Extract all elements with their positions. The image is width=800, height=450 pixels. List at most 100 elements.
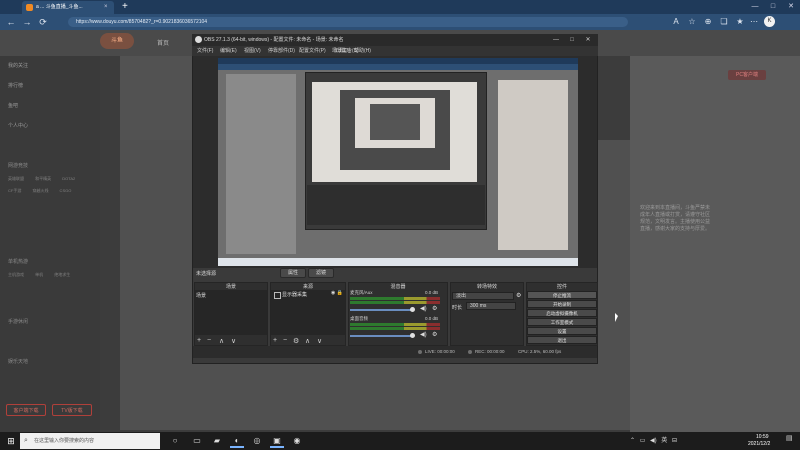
forward-button[interactable]: → bbox=[20, 14, 34, 30]
transition-select[interactable]: 淡出 bbox=[452, 292, 514, 300]
studio-mode-button[interactable]: 工作室模式 bbox=[527, 318, 597, 326]
sidebar-item-rank[interactable]: 排行榜 bbox=[8, 82, 23, 89]
source-toolbar bbox=[193, 268, 597, 278]
tv-download-button[interactable]: TV版下载 bbox=[52, 404, 92, 416]
edge-browser-icon[interactable]: ◐ bbox=[230, 434, 244, 448]
sidebar-grid-row[interactable]: 英雄联盟 和平精英 DOTA2 bbox=[8, 176, 75, 182]
menu-view[interactable]: 视图(V) bbox=[244, 47, 261, 54]
add-source-icon[interactable]: + bbox=[273, 337, 277, 344]
sidebar-grid-row[interactable]: CF手游 穿越火线 CSGO bbox=[8, 188, 71, 194]
cpu-fps: CPU: 2.5%, 60.00 fps bbox=[518, 349, 562, 354]
taskview-icon[interactable]: ▭ bbox=[190, 434, 204, 448]
system-tray[interactable]: ⌃ ▭ ◀) 英 ⊟ bbox=[630, 433, 677, 449]
settings-menu-icon[interactable]: ⋯ bbox=[748, 16, 760, 28]
mic-speaker-icon[interactable]: ◀) bbox=[420, 305, 427, 312]
close-window-button[interactable]: ✕ bbox=[782, 0, 800, 14]
settings-button[interactable]: 设置 bbox=[527, 327, 597, 335]
move-up-icon[interactable]: ∧ bbox=[305, 337, 310, 345]
sidebar-section-1[interactable]: 网游竞技 bbox=[8, 162, 28, 169]
obs-close-button[interactable]: ✕ bbox=[582, 34, 594, 46]
sidebar-section-4[interactable]: 娱乐天地 bbox=[8, 358, 28, 365]
address-bar[interactable]: https://www.douyu.com/8570482?_r=0.90218… bbox=[68, 17, 628, 27]
preview-sidebar bbox=[226, 74, 296, 254]
menu-help[interactable]: 帮助(H) bbox=[354, 47, 371, 54]
extensions-icon[interactable]: ⊕ bbox=[702, 16, 714, 28]
douyu-logo[interactable]: 斗鱼 bbox=[100, 33, 134, 49]
profile-avatar[interactable]: K bbox=[764, 16, 775, 27]
filters-button[interactable]: 滤镜 bbox=[308, 268, 334, 278]
desktop-level-meter bbox=[350, 327, 440, 330]
new-tab-button[interactable]: + bbox=[122, 0, 128, 14]
move-up-icon[interactable]: ∧ bbox=[219, 337, 224, 345]
menu-tools-label[interactable]: 工具(T) bbox=[334, 47, 350, 54]
desktop-settings-icon[interactable]: ⚙ bbox=[432, 331, 437, 338]
sidebar-section-3[interactable]: 手游休闲 bbox=[8, 318, 28, 325]
favorites-icon[interactable]: ★ bbox=[734, 16, 746, 28]
mixer-desktop-db: 0.0 dB bbox=[425, 316, 439, 321]
source-settings-icon[interactable]: ⚙ bbox=[293, 337, 299, 345]
move-down-icon[interactable]: ∨ bbox=[317, 337, 322, 345]
move-down-icon[interactable]: ∨ bbox=[231, 337, 236, 345]
remove-scene-icon[interactable]: − bbox=[207, 337, 211, 344]
nav-home-link[interactable]: 首页 bbox=[157, 38, 169, 47]
mic-volume-slider[interactable] bbox=[350, 309, 412, 311]
tab-close-icon[interactable]: × bbox=[104, 1, 108, 14]
obs-taskbar-icon[interactable]: ◎ bbox=[250, 434, 264, 448]
desktop-speaker-icon[interactable]: ◀) bbox=[420, 331, 427, 338]
start-recording-button[interactable]: 开始录制 bbox=[527, 300, 597, 308]
sidebar-item-fishbar[interactable]: 鱼吧 bbox=[8, 102, 18, 109]
properties-button[interactable]: 属性 bbox=[280, 268, 306, 278]
scene-list-item[interactable]: 场景 bbox=[196, 292, 206, 299]
obs-maximize-button[interactable]: □ bbox=[566, 34, 578, 46]
notification-icon[interactable]: ▤ bbox=[786, 434, 793, 442]
refresh-button[interactable]: ⟳ bbox=[36, 14, 50, 30]
virtual-camera-button[interactable]: 启动虚拟摄像机 bbox=[527, 309, 597, 317]
app-icon[interactable]: ▣ bbox=[270, 434, 284, 448]
remove-source-icon[interactable]: − bbox=[283, 337, 287, 344]
transition-settings-icon[interactable]: ⚙ bbox=[516, 292, 521, 299]
rec-time: REC: 00:00:00 bbox=[475, 349, 505, 354]
duration-input[interactable]: 300 ms bbox=[466, 302, 516, 310]
menu-file[interactable]: 文件(F) bbox=[197, 47, 213, 54]
task-view-icon[interactable]: ○ bbox=[168, 434, 182, 448]
collections-icon[interactable]: ❏ bbox=[718, 16, 730, 28]
sidebar-item-profile[interactable]: 个人中心 bbox=[8, 122, 28, 129]
add-scene-icon[interactable]: + bbox=[197, 337, 201, 344]
favorite-star-icon[interactable]: ☆ bbox=[686, 16, 698, 28]
file-explorer-icon[interactable]: ▰ bbox=[210, 434, 224, 448]
chat-line: 成年人直播或打赏，请遵守社区 bbox=[640, 212, 711, 218]
visibility-eye-icon[interactable]: ◉ 🔒 bbox=[331, 290, 343, 296]
obs-title: OBS 27.1.3 (64-bit, windows) - 配置文件: 未命名… bbox=[192, 34, 598, 46]
source-list-item[interactable]: 显示器采集 bbox=[282, 291, 307, 298]
exit-button[interactable]: 退出 bbox=[527, 336, 597, 344]
mic-volume-knob[interactable] bbox=[410, 307, 415, 312]
clock-time[interactable]: 10:59 bbox=[756, 434, 769, 440]
taskbar-search-input[interactable]: 在这里输入你要搜索的内容 bbox=[20, 433, 160, 449]
sidebar-item-follow[interactable]: 我的关注 bbox=[8, 62, 28, 69]
mic-settings-icon[interactable]: ⚙ bbox=[432, 305, 437, 312]
browser-tab[interactable]: a ... 斗鱼直播_斗鱼... bbox=[22, 1, 114, 14]
clock-date[interactable]: 2021/12/2 bbox=[748, 441, 770, 447]
douyu-favicon-icon bbox=[26, 4, 33, 11]
menu-profile[interactable]: 配置文件(P) bbox=[299, 47, 326, 54]
menu-docks[interactable]: 停靠部件(D) bbox=[268, 47, 295, 54]
chat-notice: 欢迎来到本直播间，斗鱼严禁未 成年人直播或打赏，请遵守社区 规范，文明发言。主播… bbox=[640, 205, 780, 233]
menu-edit[interactable]: 编辑(E) bbox=[220, 47, 237, 54]
obs-minimize-button[interactable]: — bbox=[550, 34, 562, 46]
desktop-volume-slider[interactable] bbox=[350, 335, 412, 337]
maximize-button[interactable]: □ bbox=[764, 0, 782, 14]
sidebar-grid-row[interactable]: 主机游戏 单机 绝地求生 bbox=[8, 272, 70, 278]
stop-streaming-button[interactable]: 停止推流 bbox=[527, 291, 597, 299]
desktop-volume-knob[interactable] bbox=[410, 333, 415, 338]
no-source-selected-label: 未选择源 bbox=[196, 271, 217, 277]
app-icon[interactable]: ◉ bbox=[290, 434, 304, 448]
back-button[interactable]: ← bbox=[4, 14, 18, 30]
mixer-mic-label: 麦克风/Aux bbox=[350, 290, 373, 295]
read-aloud-icon[interactable]: A bbox=[670, 16, 682, 28]
client-download-button[interactable]: 客户端下载 bbox=[6, 404, 46, 416]
windows-start-icon[interactable]: ⊞ bbox=[4, 433, 18, 449]
sidebar-section-2[interactable]: 单机热游 bbox=[8, 258, 28, 265]
pc-client-badge[interactable]: PC客户端 bbox=[728, 70, 766, 80]
preview-right-panel bbox=[498, 80, 568, 250]
minimize-button[interactable]: — bbox=[746, 0, 764, 14]
